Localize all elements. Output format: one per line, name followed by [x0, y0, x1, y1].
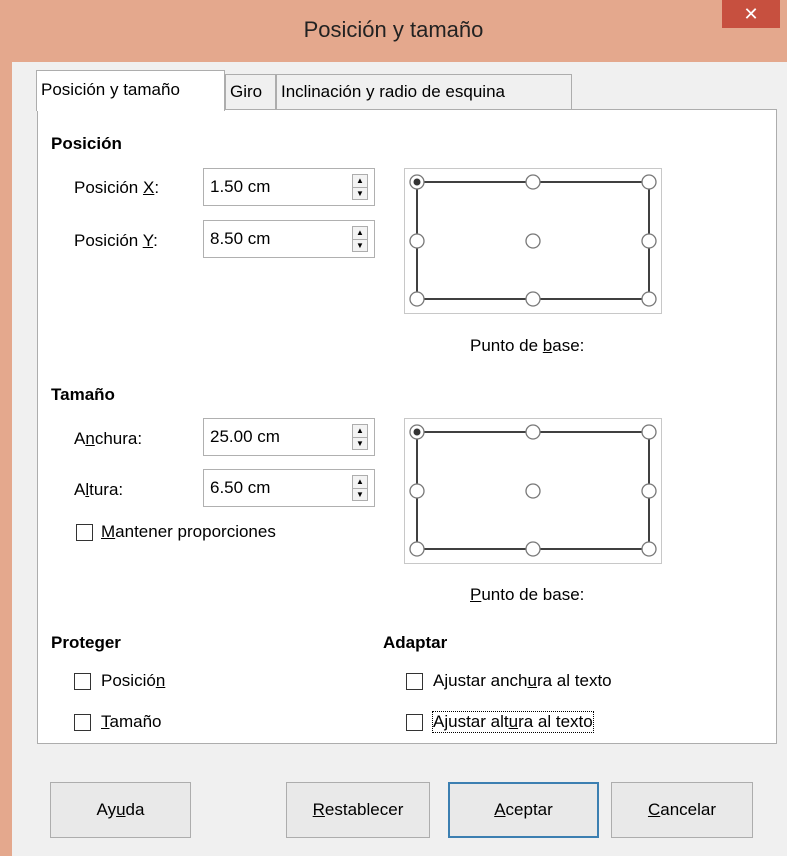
position-x-field[interactable]: 1.50 cm ▲ ▼	[203, 168, 375, 206]
fit-height-label[interactable]: Ajustar altura al texto	[432, 711, 594, 733]
tab-position-size[interactable]: Posición y tamaño	[36, 70, 225, 111]
spin-down-icon[interactable]: ▼	[353, 239, 367, 252]
height-value: 6.50 cm	[210, 478, 271, 497]
protect-position-checkbox[interactable]	[74, 673, 91, 690]
width-value: 25.00 cm	[210, 427, 280, 446]
position-y-value: 8.50 cm	[210, 229, 271, 248]
position-base-point-label: Punto de base:	[470, 336, 585, 355]
tab-panel: Posición Posición X: 1.50 cm ▲ ▼ Posició…	[37, 109, 777, 744]
keep-ratio-checkbox[interactable]	[76, 524, 93, 541]
protect-size-checkbox[interactable]	[74, 714, 91, 731]
position-x-value: 1.50 cm	[210, 177, 271, 196]
ok-button[interactable]: Aceptar	[448, 782, 599, 838]
spin-up-icon[interactable]: ▲	[353, 476, 367, 488]
window-title: Posición y tamaño	[303, 17, 484, 42]
keep-ratio-label[interactable]: Mantener proporciones	[101, 522, 276, 542]
cancel-button[interactable]: Cancelar	[611, 782, 753, 838]
close-button[interactable]: ✕	[722, 0, 780, 28]
size-base-point-label: Punto de base:	[470, 585, 585, 604]
fit-width-label[interactable]: Ajustar anchura al texto	[433, 671, 612, 691]
size-section-title: Tamaño	[51, 385, 115, 404]
width-field[interactable]: 25.00 cm ▲ ▼	[203, 418, 375, 456]
spin-up-icon[interactable]: ▲	[353, 227, 367, 239]
position-base-point-selector[interactable]	[404, 168, 662, 314]
size-base-point-selector[interactable]	[404, 418, 662, 564]
spin-down-icon[interactable]: ▼	[353, 187, 367, 200]
protect-section-title: Proteger	[51, 633, 121, 652]
title-bar[interactable]: Posición y tamaño ✕	[0, 0, 787, 68]
spin-down-icon[interactable]: ▼	[353, 488, 367, 501]
height-label: Altura:	[74, 480, 124, 499]
reset-button[interactable]: Restablecer	[286, 782, 430, 838]
fit-height-checkbox[interactable]	[406, 714, 423, 731]
tab-rotation[interactable]: Giro	[225, 74, 276, 110]
tab-slant-corner-radius[interactable]: Inclinación y radio de esquina	[276, 74, 572, 110]
fit-width-checkbox[interactable]	[406, 673, 423, 690]
help-button[interactable]: Ayuda	[50, 782, 191, 838]
dialog-body: Posición y tamaño Giro Inclinación y rad…	[12, 62, 787, 856]
base-point-grid-icon[interactable]	[405, 419, 661, 563]
position-x-label: Posición X:	[74, 178, 160, 197]
height-field[interactable]: 6.50 cm ▲ ▼	[203, 469, 375, 507]
position-y-field[interactable]: 8.50 cm ▲ ▼	[203, 220, 375, 258]
position-y-label: Posición Y:	[74, 231, 158, 250]
height-stepper[interactable]: ▲ ▼	[352, 475, 368, 501]
position-y-stepper[interactable]: ▲ ▼	[352, 226, 368, 252]
width-label: Anchura:	[74, 429, 143, 448]
base-point-grid-icon[interactable]	[405, 169, 661, 313]
adapt-section-title: Adaptar	[383, 633, 448, 652]
spin-up-icon[interactable]: ▲	[353, 175, 367, 187]
spin-up-icon[interactable]: ▲	[353, 425, 367, 437]
protect-position-label[interactable]: Posición	[101, 671, 165, 691]
position-section-title: Posición	[51, 134, 122, 153]
protect-size-label[interactable]: Tamaño	[101, 712, 161, 732]
width-stepper[interactable]: ▲ ▼	[352, 424, 368, 450]
spin-down-icon[interactable]: ▼	[353, 437, 367, 450]
position-x-stepper[interactable]: ▲ ▼	[352, 174, 368, 200]
